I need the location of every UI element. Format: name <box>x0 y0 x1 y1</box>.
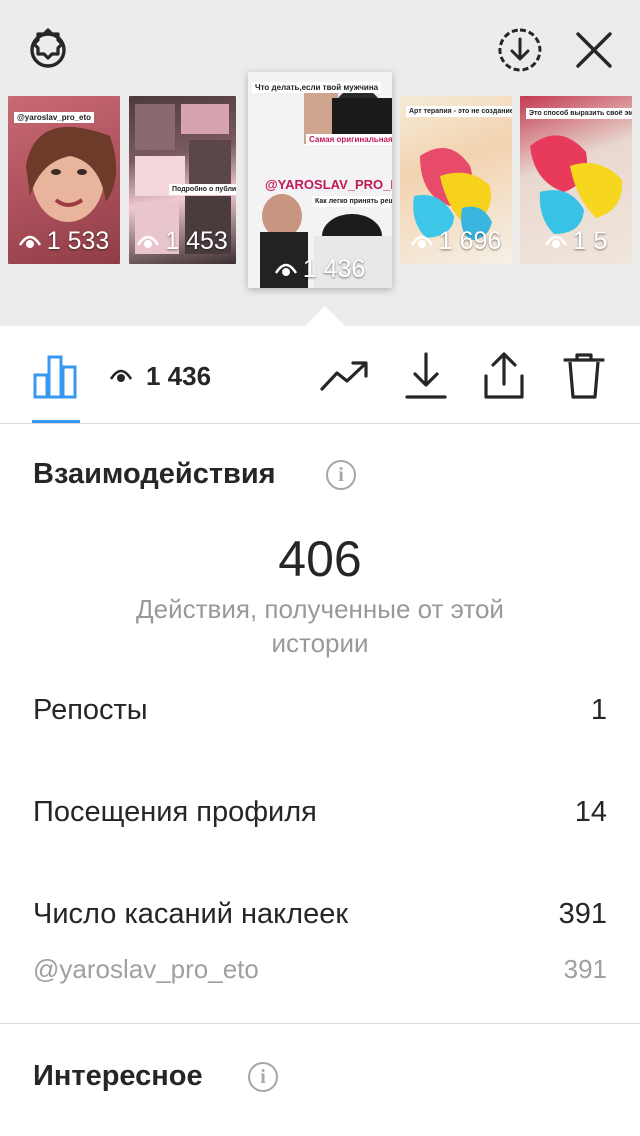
story-caption: Это способ выразить своё эмоциональное с… <box>526 108 632 119</box>
close-button[interactable] <box>566 22 622 78</box>
story-thumbnail[interactable]: Арт терапия - это не создание художестве… <box>400 96 512 264</box>
delete-button[interactable] <box>556 350 612 402</box>
eye-icon <box>544 235 567 248</box>
story-caption: Подробно о публичности <box>169 184 236 195</box>
story-caption: @yaroslav_pro_eto <box>14 112 95 123</box>
story-toolbar: 1 436 <box>0 328 640 424</box>
story-views-count: 1 453 <box>165 227 228 255</box>
profile-visits-value: 14 <box>574 796 607 828</box>
bar-chart-icon <box>33 355 77 399</box>
sticker-mention-row: @yaroslav_pro_eto 391 <box>33 954 607 985</box>
reposts-value: 1 <box>590 694 607 726</box>
reposts-row: Репосты 1 <box>33 694 607 727</box>
interactions-total: 406 <box>278 531 362 587</box>
story-thumbnail-strip: @yaroslav_pro_eto 1 533 Подробно о публи… <box>0 72 640 302</box>
selected-story-pointer <box>303 306 347 328</box>
profile-visits-label: Посещения профиля <box>33 796 317 828</box>
story-views-count: 1 5 <box>572 227 608 255</box>
story-caption-handle: @YAROSLAV_PRO_ETO <box>265 177 392 192</box>
reposts-label: Репосты <box>33 694 148 726</box>
eye-icon <box>274 263 297 276</box>
story-views: 1 436 <box>248 255 392 284</box>
views-count: 1 436 <box>146 360 212 391</box>
story-views: 1 453 <box>129 227 236 256</box>
trash-icon <box>563 353 605 399</box>
story-thumbnail-selected[interactable]: Что делать,если твой мужчина Самая ориги… <box>248 72 392 288</box>
download-icon <box>405 352 447 399</box>
section-divider <box>0 1023 640 1024</box>
tab-insights-underline <box>32 420 80 423</box>
interactions-title: Взаимодействия <box>33 458 276 490</box>
eye-icon <box>137 235 160 248</box>
sticker-taps-row: Число касаний наклеек 391 <box>33 898 607 931</box>
download-circle-icon <box>498 28 542 72</box>
discovery-title: Интересное <box>33 1060 203 1092</box>
download-button[interactable] <box>398 350 454 402</box>
sticker-mention-value: 391 <box>563 954 607 984</box>
promote-button[interactable] <box>316 350 372 402</box>
story-views-count: 1 436 <box>302 255 366 283</box>
eye-icon <box>18 235 41 248</box>
tab-insights[interactable] <box>28 348 84 404</box>
gear-icon <box>30 28 66 68</box>
story-views-count: 1 696 <box>438 227 502 255</box>
share-button[interactable] <box>476 350 532 402</box>
story-views: 1 533 <box>8 227 120 256</box>
info-icon[interactable]: i <box>326 460 356 490</box>
trending-up-icon <box>320 361 368 391</box>
profile-visits-row: Посещения профиля 14 <box>33 796 607 829</box>
eye-icon <box>110 369 132 382</box>
story-thumbnail[interactable]: Это способ выразить своё эмоциональное с… <box>520 96 632 264</box>
interactions-caption: Действия, полученные от этой истории <box>136 594 504 658</box>
stories-header: @yaroslav_pro_eto 1 533 Подробно о публи… <box>0 0 640 326</box>
views-summary[interactable]: 1 436 <box>110 360 211 392</box>
close-icon <box>576 32 612 68</box>
story-thumbnail[interactable]: @yaroslav_pro_eto 1 533 <box>8 96 120 264</box>
story-views: 1 5 <box>520 227 632 256</box>
story-caption: Арт терапия - это не создание художестве… <box>406 106 512 117</box>
sticker-taps-value: 391 <box>558 898 607 930</box>
info-icon[interactable]: i <box>248 1062 278 1092</box>
story-thumbnail[interactable]: Подробно о публичности 1 453 <box>129 96 236 264</box>
story-caption-mid: Самая оригинальная техника минета <box>306 134 392 145</box>
story-views-count: 1 533 <box>46 227 110 255</box>
save-story-button[interactable] <box>492 22 548 78</box>
story-caption-top: Что делать,если твой мужчина <box>252 82 382 93</box>
eye-icon <box>410 235 433 248</box>
sticker-taps-label: Число касаний наклеек <box>33 898 349 930</box>
story-views: 1 696 <box>400 227 512 256</box>
sticker-mention-label: @yaroslav_pro_eto <box>33 954 259 984</box>
share-icon <box>484 352 524 399</box>
story-caption-bottom: Как легко принять решение уйти от мудака… <box>312 196 392 207</box>
settings-button[interactable] <box>20 22 76 78</box>
